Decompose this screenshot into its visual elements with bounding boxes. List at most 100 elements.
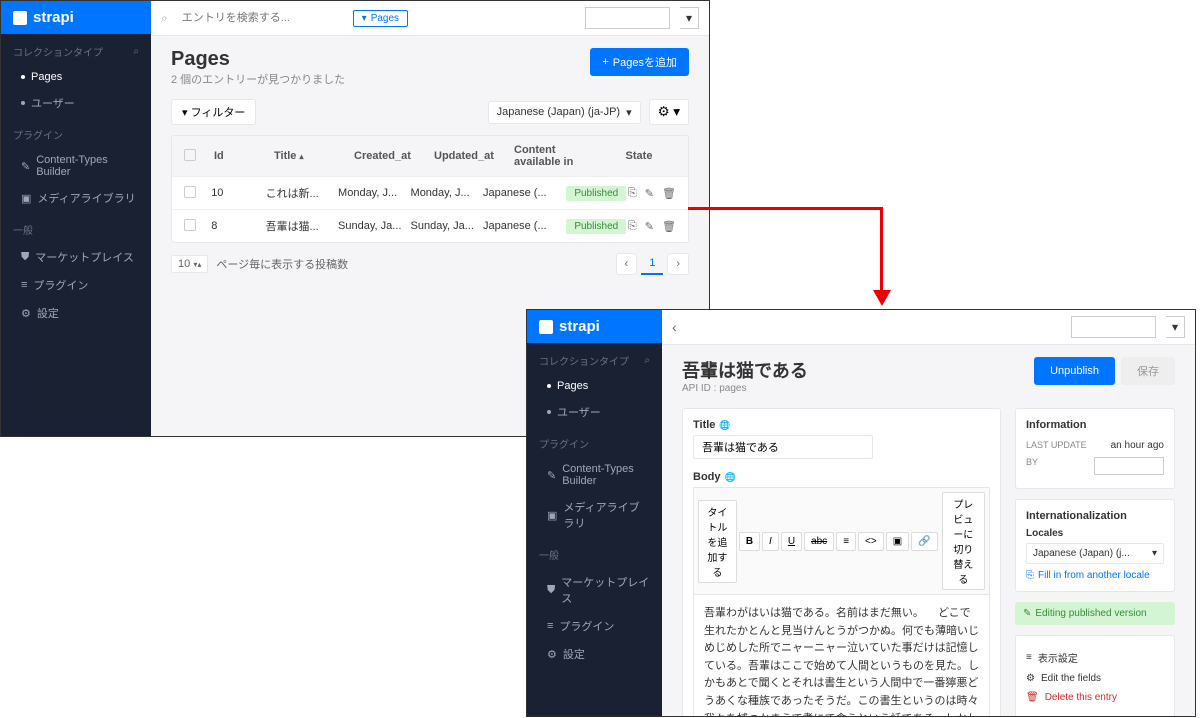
section-general: 一般	[527, 537, 662, 568]
add-entry-button[interactable]: + Pagesを追加	[590, 48, 689, 76]
table-row[interactable]: 8 吾輩は猫... Sunday, Ja... Sunday, Ja... Ja…	[172, 210, 688, 242]
sliders-icon: ≡	[1026, 652, 1032, 663]
sidebar-item-pages[interactable]: Pages	[1, 65, 151, 89]
list-settings-button[interactable]: ⚙ ▾	[649, 99, 689, 125]
search-icon[interactable]: ⌕	[644, 355, 650, 366]
sidebar-item-media[interactable]: ▣メディアライブラリ	[1, 184, 151, 212]
pagination-next[interactable]: ›	[667, 253, 689, 275]
sidebar-item-ctb[interactable]: ✎Content-Types Builder	[527, 457, 662, 493]
user-dropdown-caret[interactable]: ▾	[1166, 316, 1185, 338]
arrow	[688, 207, 883, 210]
col-content[interactable]: Content available in	[514, 144, 604, 168]
strike-button[interactable]: abc	[804, 532, 834, 551]
by-val	[1094, 457, 1164, 475]
add-title-button[interactable]: タイトルを追加する	[698, 500, 737, 583]
col-updated[interactable]: Updated_at	[434, 150, 514, 162]
sidebar: strapi コレクションタイプ ⌕ Pages ユーザー プラグイン ✎Con…	[527, 310, 662, 716]
image-icon: ▣	[547, 509, 557, 522]
sidebar-item-plugins[interactable]: ≡プラグイン	[1, 271, 151, 299]
pencil-icon: ✎	[1023, 608, 1031, 619]
image-icon: ▣	[21, 192, 31, 205]
per-page-select[interactable]: 10 ▾▴	[171, 255, 208, 273]
main-area: ‹ ▾ 吾輩は猫である API ID : pages Unpublish 保存	[662, 310, 1195, 716]
copy-icon[interactable]: ⎘	[628, 220, 637, 233]
user-select[interactable]	[585, 7, 670, 29]
locale-dropdown[interactable]: Japanese (Japan) (j...▾	[1026, 543, 1164, 564]
code-button[interactable]: <>	[858, 532, 884, 551]
col-title[interactable]: Title ▴	[274, 150, 354, 162]
unpublish-button[interactable]: Unpublish	[1034, 357, 1115, 385]
col-created[interactable]: Created_at	[354, 150, 434, 162]
display-settings-action[interactable]: ≡表示設定	[1026, 646, 1164, 669]
last-update-val: an hour ago	[1111, 440, 1164, 451]
list-button[interactable]: ≡	[836, 532, 856, 551]
gear-icon: ⚙	[1026, 673, 1035, 684]
edit-icon[interactable]: ✎	[645, 220, 654, 233]
filter-button[interactable]: ▾ フィルター	[171, 99, 256, 125]
back-button[interactable]: ‹	[672, 319, 677, 335]
image-button[interactable]: ▣	[886, 532, 909, 551]
table-row[interactable]: 10 これは新... Monday, J... Monday, J... Jap…	[172, 177, 688, 210]
preview-toggle-button[interactable]: プレビューに切り替える	[942, 492, 985, 590]
brush-icon: ✎	[21, 160, 30, 173]
row-checkbox[interactable]	[184, 219, 196, 231]
list-toolbar: ▾ フィルター Japanese (Japan) (ja-JP)▾ ⚙ ▾	[171, 99, 689, 125]
state-badge: Published	[566, 186, 626, 201]
entries-table: Id Title ▴ Created_at Updated_at Content…	[171, 135, 689, 243]
scope-tag[interactable]: ▾Pages	[353, 10, 408, 27]
sidebar-item-plugins[interactable]: ≡プラグイン	[527, 612, 662, 640]
row-checkbox[interactable]	[184, 186, 196, 198]
user-dropdown-caret[interactable]: ▾	[680, 7, 699, 29]
cell-title: これは新...	[266, 185, 338, 201]
sidebar-item-media[interactable]: ▣メディアライブラリ	[527, 493, 662, 537]
bold-button[interactable]: B	[739, 532, 760, 551]
delete-icon[interactable]: 🗑	[662, 187, 676, 200]
page-title: Pages	[171, 48, 345, 71]
user-select[interactable]	[1071, 316, 1156, 338]
col-id[interactable]: Id	[214, 150, 274, 162]
topbar: ‹ ▾	[662, 310, 1195, 345]
cell-updated: Monday, J...	[411, 187, 483, 199]
brand-name: strapi	[559, 318, 600, 335]
delete-entry-action[interactable]: 🗑Delete this entry	[1026, 688, 1164, 707]
fill-from-locale-link[interactable]: ⎘Fill in from another locale	[1026, 570, 1164, 581]
pagination-prev[interactable]: ‹	[616, 253, 638, 275]
sidebar-item-ctb[interactable]: ✎Content-Types Builder	[1, 148, 151, 184]
sidebar-item-pages[interactable]: Pages	[527, 374, 662, 398]
sort-asc-icon: ▴	[299, 152, 303, 161]
sidebar-item-users[interactable]: ユーザー	[1, 89, 151, 117]
page-subtitle: 2 個のエントリーが見つかりました	[171, 71, 345, 87]
sidebar-item-users[interactable]: ユーザー	[527, 398, 662, 426]
search-icon[interactable]: ⌕	[133, 46, 139, 57]
edit-view-screenshot: strapi コレクションタイプ ⌕ Pages ユーザー プラグイン ✎Con…	[526, 309, 1196, 717]
per-page-label: ページ毎に表示する投稿数	[216, 256, 348, 272]
link-button[interactable]: 🔗	[911, 532, 937, 551]
strapi-logo-icon	[539, 320, 553, 334]
copy-icon: ⎘	[1026, 570, 1034, 581]
cell-id: 10	[211, 187, 265, 199]
title-input[interactable]	[693, 435, 873, 459]
underline-button[interactable]: U	[781, 532, 802, 551]
sidebar-item-marketplace[interactable]: ⛊マーケットプレイス	[1, 243, 151, 271]
sidebar-item-marketplace[interactable]: ⛊マーケットプレイス	[527, 568, 662, 612]
body-textarea[interactable]: 吾輩わがはいは猫である。名前はまだ無い。 どこで生れたかとんと見当けんとうがつか…	[693, 594, 990, 716]
search-input[interactable]	[178, 8, 343, 28]
table-header: Id Title ▴ Created_at Updated_at Content…	[172, 136, 688, 177]
sidebar-item-settings[interactable]: ⚙設定	[527, 640, 662, 668]
section-collection-types: コレクションタイプ ⌕	[1, 34, 151, 65]
select-all-checkbox[interactable]	[184, 149, 196, 161]
sidebar-item-settings[interactable]: ⚙設定	[1, 299, 151, 327]
locales-label: Locales	[1026, 528, 1164, 539]
italic-button[interactable]: I	[762, 532, 779, 551]
save-button[interactable]: 保存	[1121, 357, 1175, 385]
pagination: 10 ▾▴ ページ毎に表示する投稿数 ‹ 1 ›	[171, 253, 689, 275]
editing-version-banner: ✎Editing published version	[1015, 602, 1175, 625]
edit-icon[interactable]: ✎	[645, 187, 654, 200]
copy-icon[interactable]: ⎘	[628, 187, 637, 200]
logo[interactable]: strapi	[1, 1, 151, 34]
edit-fields-action[interactable]: ⚙Edit the fields	[1026, 669, 1164, 688]
delete-icon[interactable]: 🗑	[662, 220, 676, 233]
col-state[interactable]: State	[604, 150, 674, 162]
locale-select[interactable]: Japanese (Japan) (ja-JP)▾	[488, 101, 641, 124]
logo[interactable]: strapi	[527, 310, 662, 343]
